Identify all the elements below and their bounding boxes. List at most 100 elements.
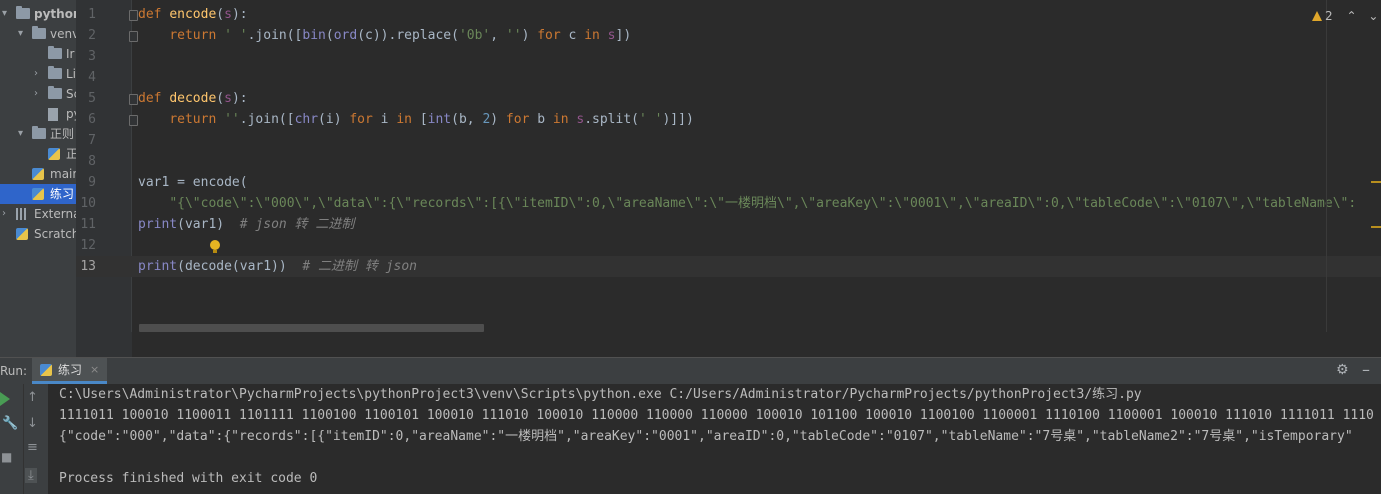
code-token: # json 转 二进制 xyxy=(239,217,355,232)
tree-item-label: py xyxy=(66,107,76,121)
down-arrow-icon[interactable]: ↓ xyxy=(27,416,38,431)
tree-item[interactable]: 正 xyxy=(0,144,76,164)
prev-highlight-icon[interactable]: ⌃ xyxy=(1346,9,1356,23)
code-line[interactable]: print(decode(var1)) # 二进制 转 json xyxy=(138,256,417,277)
tree-item-label: Ir xyxy=(66,47,75,61)
code-token: encode xyxy=(169,7,217,22)
tree-item[interactable]: py xyxy=(0,104,76,124)
inspection-widget[interactable]: 2 ⌃ ⌄ xyxy=(1312,9,1378,23)
horizontal-scrollbar[interactable] xyxy=(139,324,484,332)
tree-item[interactable]: Scratche xyxy=(0,224,76,244)
line-number: 13 xyxy=(80,259,96,274)
minimize-icon[interactable]: – xyxy=(1362,360,1370,379)
code-token: for xyxy=(537,28,569,43)
fold-marker-icon[interactable] xyxy=(129,94,138,105)
lightbulb-icon[interactable] xyxy=(210,240,220,253)
code-token: ' ' xyxy=(639,112,663,127)
code-token: ord xyxy=(333,28,358,43)
project-tree[interactable]: ▾ python ▾ venv Ir › Li › Sc py ▾ 正则正 main 练习 › Externa… xyxy=(0,0,76,357)
tree-item[interactable]: ▾ python xyxy=(0,4,76,24)
code-line[interactable]: return ' '.join([bin(ord(c)).replace('0b… xyxy=(138,25,631,46)
code-token: ( xyxy=(216,7,225,22)
wrench-icon[interactable]: 🔧 xyxy=(2,416,18,431)
line-number: 6 xyxy=(88,112,96,127)
python-file-icon xyxy=(48,148,60,160)
line-number: 10 xyxy=(80,196,96,211)
error-stripe-mark[interactable] xyxy=(1371,226,1381,228)
chevron-right-icon[interactable]: › xyxy=(34,64,38,84)
code-token: for xyxy=(349,112,381,127)
up-arrow-icon[interactable]: ↑ xyxy=(27,390,38,405)
code-token: .join([ xyxy=(239,112,295,127)
file-icon xyxy=(48,108,58,121)
console-output-line: 1111011 100010 1100011 1101111 1100100 1… xyxy=(59,408,1374,423)
code-line[interactable]: "{\"code\":\"000\",\"data\":{\"records\"… xyxy=(138,193,1356,214)
tree-item-label: Scratche xyxy=(34,227,76,241)
code-token: (c)).replace( xyxy=(357,28,459,43)
code-line[interactable]: print(var1) # json 转 二进制 xyxy=(138,214,354,235)
tree-item[interactable]: 练习 xyxy=(0,184,76,204)
run-console[interactable]: C:\Users\Administrator\PycharmProjects\p… xyxy=(48,384,1381,494)
code-line[interactable]: return ''.join([chr(i) for i in [int(b, … xyxy=(138,109,693,130)
soft-wrap-icon[interactable]: ≡ xyxy=(27,440,38,455)
code-token: "{\"code\":\"000\",\"data\":{\"records\"… xyxy=(169,196,1357,211)
code-line[interactable]: def encode(s): xyxy=(138,4,248,25)
code-token: (b, xyxy=(451,112,483,127)
code-token: def xyxy=(138,7,170,22)
fold-marker-icon[interactable] xyxy=(129,10,138,21)
warning-icon xyxy=(1312,11,1322,21)
console-command-line: C:\Users\Administrator\PycharmProjects\p… xyxy=(59,387,1142,402)
gutter-border xyxy=(131,0,132,332)
close-icon[interactable]: × xyxy=(90,363,99,376)
code-token: return xyxy=(169,112,225,127)
python-file-icon xyxy=(32,188,44,200)
chevron-down-icon[interactable]: ▾ xyxy=(2,4,7,24)
inspection-count: 2 xyxy=(1325,9,1333,23)
line-number: 5 xyxy=(88,91,96,106)
code-token: print xyxy=(138,259,178,274)
code-token: b xyxy=(537,112,553,127)
scroll-to-end-icon[interactable]: ⤓ xyxy=(25,468,37,483)
tree-item-label: 正 xyxy=(66,147,76,161)
chevron-right-icon[interactable]: › xyxy=(2,204,6,224)
tree-item[interactable]: ▾ venv xyxy=(0,24,76,44)
tree-item-label: External xyxy=(34,207,76,221)
library-icon xyxy=(16,208,28,220)
stop-icon[interactable]: ■ xyxy=(1,450,12,464)
tree-item[interactable]: › Li xyxy=(0,64,76,84)
fold-marker-icon[interactable] xyxy=(129,115,138,126)
console-output-line: {"code":"000","data":{"records":[{"itemI… xyxy=(59,429,1353,444)
code-line[interactable]: def decode(s): xyxy=(138,88,248,109)
code-token: ) xyxy=(521,28,538,43)
code-token: ( xyxy=(325,28,334,43)
run-tab[interactable]: 练习 × xyxy=(32,358,108,384)
next-highlight-icon[interactable]: ⌄ xyxy=(1368,9,1378,23)
tree-item[interactable]: Ir xyxy=(0,44,76,64)
python-file-icon xyxy=(40,363,52,376)
code-token: in xyxy=(584,28,608,43)
code-token: [ xyxy=(419,112,428,127)
rerun-icon[interactable] xyxy=(0,392,10,406)
code-token: in xyxy=(396,112,420,127)
chevron-right-icon[interactable]: › xyxy=(34,84,38,104)
code-token: (i) xyxy=(318,112,350,127)
folder-icon xyxy=(48,46,62,59)
code-token: '' xyxy=(505,28,522,43)
tree-item[interactable]: › Sc xyxy=(0,84,76,104)
tree-item[interactable]: main xyxy=(0,164,76,184)
code-token: ): xyxy=(231,91,248,106)
chevron-down-icon[interactable]: ▾ xyxy=(18,124,23,144)
code-line[interactable]: var1 = encode( xyxy=(138,172,248,193)
tree-item[interactable]: ▾ 正则 xyxy=(0,124,76,144)
fold-marker-icon[interactable] xyxy=(129,31,138,42)
tree-item[interactable]: › External xyxy=(0,204,76,224)
error-stripe-mark[interactable] xyxy=(1371,181,1381,183)
console-exit-status: Process finished with exit code 0 xyxy=(59,471,318,486)
tree-item-label: python xyxy=(34,7,76,21)
chevron-down-icon[interactable]: ▾ xyxy=(18,24,23,44)
tree-item-label: Li xyxy=(66,67,76,81)
code-token: return xyxy=(169,28,225,43)
code-token: ): xyxy=(231,7,248,22)
gear-icon[interactable]: ⚙ xyxy=(1336,362,1349,378)
